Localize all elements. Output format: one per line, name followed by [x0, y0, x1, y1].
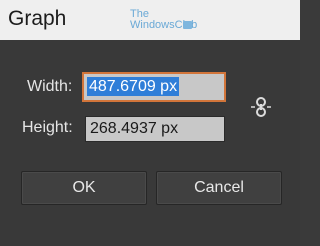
width-field[interactable]: 487.6709 px	[82, 72, 226, 102]
ok-button[interactable]: OK	[21, 171, 147, 205]
dialog-title: Graph	[8, 7, 67, 30]
height-label: Height:	[22, 119, 73, 136]
width-value[interactable]: 487.6709 px	[87, 77, 180, 96]
title-bar: Graph The WindowsClub	[0, 0, 300, 40]
width-label: Width:	[27, 78, 73, 95]
graph-dialog: Width: 487.6709 px Height: 268.4937 px O…	[0, 40, 300, 246]
cancel-button[interactable]: Cancel	[156, 171, 282, 205]
watermark-icon	[183, 21, 192, 29]
height-value[interactable]: 268.4937 px	[90, 120, 178, 137]
height-field[interactable]: 268.4937 px	[85, 116, 225, 142]
constrain-proportions-link-icon[interactable]	[250, 95, 272, 119]
watermark-logo: The WindowsClub	[130, 9, 197, 31]
